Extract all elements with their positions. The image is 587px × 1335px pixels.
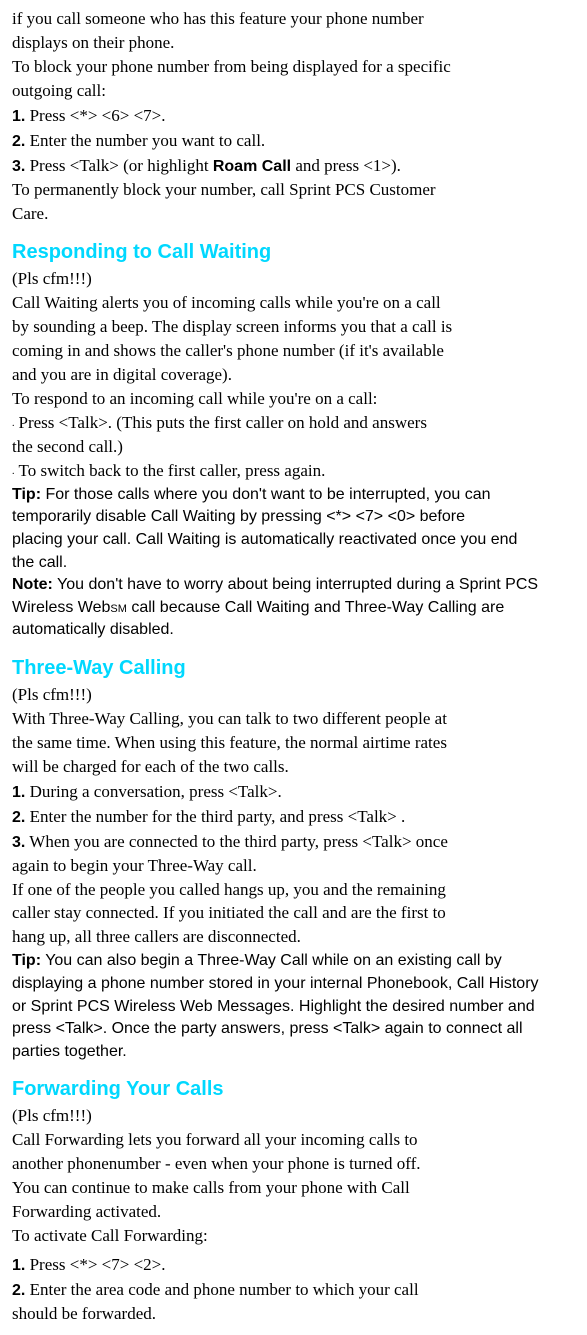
note-label: Note: [12,576,53,593]
pls-cfm: (Pls cfm!!!) [12,268,575,291]
fw-line: To activate Call Forwarding: [12,1225,575,1248]
step-text: Press <Talk> (or highlight [25,156,213,175]
cw-note: Note: You don't have to worry about bein… [12,574,575,596]
fw-step-2: 2. Enter the area code and phone number … [12,1279,575,1302]
step-text: Enter the number for the third party, an… [25,807,405,826]
tw-step-3: 3. When you are connected to the third p… [12,831,575,854]
cw-line: Call Waiting alerts you of incoming call… [12,292,575,315]
fw-line: Call Forwarding lets you forward all you… [12,1129,575,1152]
fw-line: another phonenumber - even when your pho… [12,1153,575,1176]
tw-line: With Three-Way Calling, you can talk to … [12,708,575,731]
cw-tip: the call. [12,552,575,574]
bullet-icon: . [12,466,15,477]
step-number: 2. [12,1282,25,1299]
cw-tip: Tip: For those calls where you don't wan… [12,484,575,506]
cw-bullet-2: . To switch back to the first caller, pre… [12,460,575,483]
tw-tip: parties together. [12,1041,575,1063]
step-text: Enter the number you want to call. [25,131,265,150]
intro-step-1: 1. Press <*> <6> <7>. [12,105,575,128]
tw-tip: Tip: You can also begin a Three-Way Call… [12,950,575,972]
three-way-heading: Three-Way Calling [12,655,575,682]
tw-line: caller stay connected. If you initiated … [12,902,575,925]
cw-line: coming in and shows the caller's phone n… [12,340,575,363]
note-text: You don't have to worry about being inte… [53,576,538,593]
pls-cfm: (Pls cfm!!!) [12,1105,575,1128]
tw-step-3b: again to begin your Three-Way call. [12,855,575,878]
fw-line: You can continue to make calls from your… [12,1177,575,1200]
fw-step-2b: should be forwarded. [12,1303,575,1326]
fw-step-1: 1. Press <*> <7> <2>. [12,1254,575,1277]
tip-label: Tip: [12,952,41,969]
note-text: Wireless Web [12,599,110,616]
tw-tip: or Sprint PCS Wireless Web Messages. Hig… [12,996,575,1018]
step-text: Enter the area code and phone number to … [25,1280,418,1299]
step-text: When you are connected to the third part… [25,832,448,851]
pls-cfm: (Pls cfm!!!) [12,684,575,707]
tw-step-1: 1. During a conversation, press <Talk>. [12,781,575,804]
sm-mark: SM [110,603,127,615]
step-number: 3. [12,158,25,175]
fw-line: Forwarding activated. [12,1201,575,1224]
roam-call-label: Roam Call [213,158,291,175]
step-text: and press <1>). [291,156,401,175]
step-text: Press <*> <7> <2>. [25,1255,165,1274]
tw-tip: displaying a phone number stored in your… [12,973,575,995]
intro-step-3: 3. Press <Talk> (or highlight Roam Call … [12,155,575,178]
intro-line: To block your phone number from being di… [12,56,575,79]
intro-line: if you call someone who has this feature… [12,8,575,31]
tw-line: will be charged for each of the two call… [12,756,575,779]
intro-line: displays on their phone. [12,32,575,55]
tw-tip: press <Talk>. Once the party answers, pr… [12,1018,575,1040]
intro-line: outgoing call: [12,80,575,103]
note-text: call because Call Waiting and Three-Way … [127,599,504,616]
cw-note: Wireless WebSM call because Call Waiting… [12,597,575,619]
forwarding-heading: Forwarding Your Calls [12,1076,575,1103]
step-text: During a conversation, press <Talk>. [25,782,281,801]
intro-step-2: 2. Enter the number you want to call. [12,130,575,153]
step-number: 1. [12,108,25,125]
cw-bullet-1: . Press <Talk>. (This puts the first call… [12,412,575,435]
step-number: 1. [12,784,25,801]
step-number: 3. [12,834,25,851]
tip-text: For those calls where you don't want to … [41,486,491,503]
bullet-text: To switch back to the first caller, pres… [19,461,326,480]
tip-label: Tip: [12,486,41,503]
cw-tip: placing your call. Call Waiting is autom… [12,529,575,551]
tw-step-2: 2. Enter the number for the third party,… [12,806,575,829]
step-text: Press <*> <6> <7>. [25,106,165,125]
intro-line: Care. [12,203,575,226]
cw-line: and you are in digital coverage). [12,364,575,387]
tw-line: the same time. When using this feature, … [12,732,575,755]
tw-line: hang up, all three callers are disconnec… [12,926,575,949]
tip-text: You can also begin a Three-Way Call whil… [41,952,502,969]
step-number: 2. [12,809,25,826]
bullet-icon: . [12,418,15,429]
bullet-text: Press <Talk>. (This puts the first calle… [19,413,427,432]
call-waiting-heading: Responding to Call Waiting [12,239,575,266]
cw-line: To respond to an incoming call while you… [12,388,575,411]
cw-note: automatically disabled. [12,619,575,641]
cw-tip: temporarily disable Call Waiting by pres… [12,506,575,528]
intro-line: To permanently block your number, call S… [12,179,575,202]
tw-line: If one of the people you called hangs up… [12,879,575,902]
cw-line: by sounding a beep. The display screen i… [12,316,575,339]
step-number: 2. [12,133,25,150]
cw-bullet-1b: the second call.) [12,436,575,459]
step-number: 1. [12,1257,25,1274]
